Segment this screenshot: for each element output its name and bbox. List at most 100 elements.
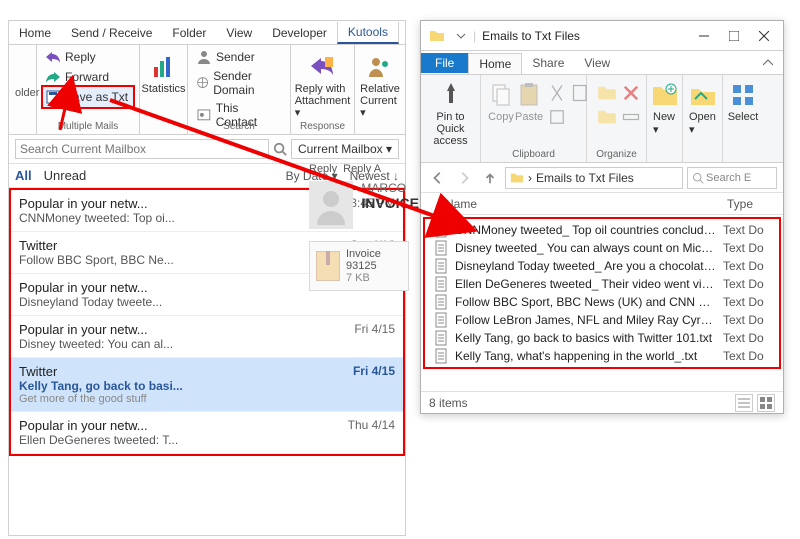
paste-button[interactable]: Paste <box>515 79 543 127</box>
mailbox-search-input[interactable] <box>15 139 269 159</box>
current-mailbox-dropdown[interactable]: Current Mailbox ▾ <box>291 139 399 159</box>
delete-icon[interactable] <box>621 83 641 103</box>
copyto-icon[interactable] <box>597 107 617 127</box>
folder-icon <box>429 28 445 44</box>
people-icon <box>366 53 394 81</box>
close-button[interactable] <box>749 24 779 48</box>
open-label: Open ▾ <box>689 111 716 136</box>
tab-home[interactable]: Home <box>9 23 61 43</box>
file-row[interactable]: Kelly Tang, go back to basics with Twitt… <box>425 329 779 347</box>
paste-label: Paste <box>515 111 543 123</box>
ribbon-collapse-button[interactable] <box>753 51 783 75</box>
copy-icon <box>487 81 515 109</box>
message-subject: CNNMoney tweeted: Top oi... <box>19 211 219 225</box>
statistics-label: Statistics <box>142 83 186 95</box>
file-row[interactable]: Ellen DeGeneres tweeted_ Their video wen… <box>425 275 779 293</box>
sender-domain-button[interactable]: Sender Domain <box>194 67 284 99</box>
file-type: Text Do <box>723 223 771 237</box>
attach-name: Invoice 93125 <box>346 248 402 272</box>
address-path[interactable]: › Emails to Txt Files <box>505 167 683 189</box>
home-tab[interactable]: Home <box>468 53 522 74</box>
attachment[interactable]: Invoice 93125 7 KB <box>309 241 409 291</box>
cut-icon[interactable] <box>547 83 567 103</box>
file-name: Disneyland Today tweeted_ Are you a choc… <box>455 259 717 273</box>
search-icon <box>692 172 704 184</box>
file-row[interactable]: Follow LeBron James, NFL and Miley Ray C… <box>425 311 779 329</box>
grid-view-icon[interactable] <box>757 394 775 412</box>
moveto-icon[interactable] <box>597 83 617 103</box>
outlook-window: Home Send / Receive Folder View Develope… <box>8 20 406 536</box>
organize-group-label: Organize <box>587 149 646 160</box>
message-preview: Get more of the good stuff <box>19 393 395 405</box>
file-type: Text Do <box>723 241 771 255</box>
up-button[interactable] <box>479 167 501 189</box>
message-item[interactable]: Popular in your netw...Thu 4/14 Ellen De… <box>11 412 403 454</box>
new-button[interactable]: New ▾ <box>653 79 676 136</box>
copy-button[interactable]: Copy <box>487 79 515 127</box>
back-button[interactable] <box>427 167 449 189</box>
reply-with-attachment-label: Reply with Attachment ▾ <box>295 83 351 119</box>
reply-button[interactable]: Reply <box>43 47 133 67</box>
avatar <box>309 181 353 229</box>
message-date: Fri 4/15 <box>354 322 395 337</box>
maximize-button[interactable] <box>719 24 749 48</box>
file-row[interactable]: Disney tweeted_ You can always count on … <box>425 239 779 257</box>
statistics-icon <box>150 53 178 81</box>
relative-current-button[interactable]: Relative Current ▾ <box>361 47 399 119</box>
forward-nav-button[interactable] <box>453 167 475 189</box>
statistics-button[interactable]: Statistics <box>146 47 181 95</box>
path-folder-icon <box>510 171 524 185</box>
details-view-icon[interactable] <box>735 394 753 412</box>
explorer-search[interactable]: Search E <box>687 167 777 189</box>
search-placeholder: Search E <box>706 172 751 184</box>
message-sender: Popular in your netw... <box>19 196 148 211</box>
paste-shortcut-icon[interactable] <box>547 107 567 127</box>
tab-folder[interactable]: Folder <box>162 23 216 43</box>
file-row[interactable]: Disneyland Today tweeted_ Are you a choc… <box>425 257 779 275</box>
file-tab[interactable]: File <box>421 53 468 73</box>
message-item[interactable]: Popular in your netw...Fri 4/15 Disney t… <box>11 316 403 358</box>
filter-unread[interactable]: Unread <box>44 168 87 183</box>
file-type: Text Do <box>723 331 771 345</box>
message-date: Fri 4/15 <box>353 364 395 379</box>
tab-developer[interactable]: Developer <box>262 23 337 43</box>
view-tab[interactable]: View <box>574 53 620 73</box>
column-name[interactable]: Name <box>445 197 727 211</box>
share-tab[interactable]: Share <box>522 53 574 73</box>
save-txt-icon <box>45 89 61 105</box>
pin-icon <box>437 81 465 109</box>
file-row[interactable]: Follow BBC Sport, BBC News (UK) and CNN … <box>425 293 779 311</box>
reply-with-attachment-button[interactable]: Reply with Attachment ▾ <box>297 47 348 119</box>
file-type: Text Do <box>723 295 771 309</box>
search-icon[interactable] <box>273 142 287 156</box>
pin-to-quick-button[interactable]: Pin to Quick access <box>427 79 474 147</box>
message-subject: Ellen DeGeneres tweeted: T... <box>19 433 219 447</box>
filter-all[interactable]: All <box>15 168 32 183</box>
save-as-txt-button[interactable]: Save as Txt <box>43 87 133 107</box>
forward-button[interactable]: Forward <box>43 67 133 87</box>
message-sender: Popular in your netw... <box>19 322 148 337</box>
file-row[interactable]: Kelly Tang, what's happening in the worl… <box>425 347 779 365</box>
tab-kutools[interactable]: Kutools <box>337 22 399 44</box>
down-icon[interactable] <box>453 28 469 44</box>
txt-file-icon <box>433 294 449 310</box>
file-row[interactable]: CNNMoney tweeted_ Top oil countries conc… <box>425 221 779 239</box>
reply-link[interactable]: Reply <box>309 163 337 175</box>
open-button[interactable]: Open ▾ <box>689 79 716 136</box>
path-segment[interactable]: Emails to Txt Files <box>536 171 634 185</box>
message-sender: Twitter <box>19 364 57 379</box>
message-item-selected[interactable]: Twitter Fri 4/15 Kelly Tang, go back to b… <box>11 358 403 412</box>
minimize-button[interactable] <box>689 24 719 48</box>
file-name: Kelly Tang, what's happening in the worl… <box>455 349 717 363</box>
message-sender: Twitter <box>19 238 57 253</box>
explorer-titlebar: | Emails to Txt Files <box>421 21 783 51</box>
sender-button[interactable]: Sender <box>194 47 284 67</box>
column-type[interactable]: Type <box>727 197 775 211</box>
tab-view[interactable]: View <box>216 23 262 43</box>
tab-send-receive[interactable]: Send / Receive <box>61 23 162 43</box>
rename-icon[interactable] <box>621 107 641 127</box>
reply-all-link[interactable]: Reply A <box>343 163 381 175</box>
select-button[interactable]: Select <box>729 79 757 123</box>
message-subject: Kelly Tang, go back to basi... <box>19 379 219 393</box>
window-title: Emails to Txt Files <box>476 29 580 43</box>
